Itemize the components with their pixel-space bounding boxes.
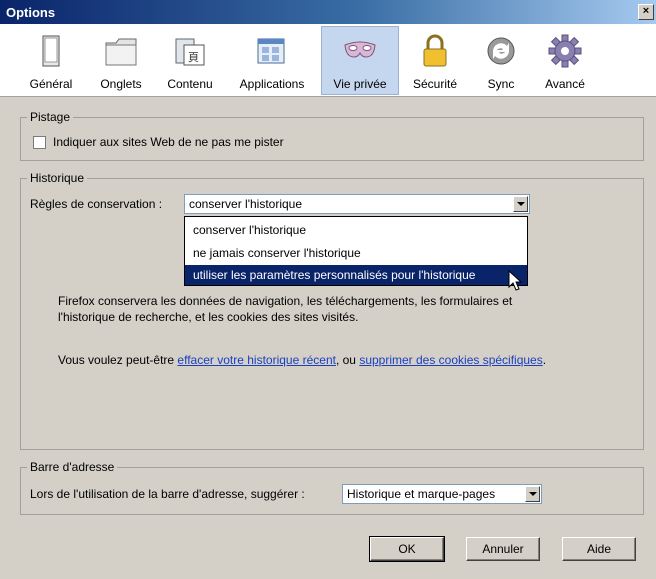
- history-suggest-prefix: Vous voulez peut-être: [58, 353, 178, 367]
- history-description-line2: l'historique de recherche, et les cookie…: [58, 310, 359, 324]
- tab-avance[interactable]: Avancé: [536, 27, 594, 93]
- applications-icon: [257, 38, 285, 64]
- tab-vie-privee-label: Vie privée: [333, 77, 387, 91]
- help-button[interactable]: Aide: [562, 537, 636, 561]
- cancel-button[interactable]: Annuler: [466, 537, 540, 561]
- address-bar-suggest-label: Lors de l'utilisation de la barre d'adre…: [30, 487, 305, 501]
- privacy-mask-icon: [344, 41, 376, 58]
- ok-button[interactable]: OK: [369, 536, 445, 562]
- history-option-never[interactable]: ne jamais conserver l'historique: [185, 242, 527, 264]
- tab-contenu-label: Contenu: [167, 77, 213, 91]
- remove-cookies-link[interactable]: supprimer des cookies spécifiques: [359, 353, 542, 367]
- window-title: Options: [6, 5, 56, 20]
- address-bar-group-title: Barre d'adresse: [27, 460, 118, 474]
- do-not-track-label: Indiquer aux sites Web de ne pas me pist…: [53, 135, 284, 149]
- history-description-line1: Firefox conservera les données de naviga…: [58, 294, 513, 308]
- history-option-never-label: ne jamais conserver l'historique: [193, 246, 361, 260]
- address-bar-suggest-value: Historique et marque-pages: [347, 487, 496, 501]
- do-not-track-checkbox[interactable]: [33, 136, 46, 149]
- address-bar-suggest-select[interactable]: Historique et marque-pages: [342, 484, 542, 504]
- tab-onglets[interactable]: Onglets: [92, 27, 150, 93]
- options-toolbar: Général Onglets 頁 Contenu Applications V…: [0, 24, 656, 97]
- history-option-custom-label: utiliser les paramètres personnalisés po…: [193, 268, 476, 282]
- history-option-keep[interactable]: conserver l'historique: [185, 219, 527, 241]
- tab-securite-label: Sécurité: [412, 77, 458, 91]
- chevron-down-icon[interactable]: [513, 196, 528, 212]
- history-group-title: Historique: [27, 171, 88, 185]
- tab-applications-label: Applications: [239, 77, 305, 91]
- tab-avance-label: Avancé: [545, 77, 585, 91]
- history-suggest-middle: , ou: [335, 353, 360, 367]
- history-rules-value: conserver l'historique: [189, 197, 303, 211]
- tab-sync[interactable]: Sync: [472, 27, 530, 93]
- chevron-down-icon[interactable]: [525, 486, 540, 502]
- content-page-icon: 頁: [175, 38, 205, 66]
- history-rules-select[interactable]: conserver l'historique: [184, 194, 530, 214]
- tab-sync-label: Sync: [487, 77, 515, 91]
- history-option-keep-label: conserver l'historique: [193, 223, 307, 237]
- sync-icon: [487, 37, 515, 65]
- tab-onglets-label: Onglets: [100, 77, 142, 91]
- history-rules-label: Règles de conservation :: [30, 197, 163, 211]
- history-suggestion: Vous voulez peut-être effacer votre hist…: [58, 353, 546, 367]
- tab-general[interactable]: Général: [22, 27, 80, 93]
- clear-history-link[interactable]: effacer votre historique récent: [177, 353, 336, 367]
- history-rules-dropdown: conserver l'historique ne jamais conserv…: [184, 216, 528, 286]
- mouse-cursor-icon: [508, 270, 523, 291]
- history-option-custom[interactable]: utiliser les paramètres personnalisés po…: [185, 265, 527, 285]
- tab-contenu[interactable]: 頁 Contenu: [160, 27, 220, 93]
- tab-vie-privee[interactable]: Vie privée: [321, 26, 399, 95]
- tab-applications[interactable]: Applications: [232, 27, 312, 93]
- padlock-icon: [423, 34, 447, 67]
- tab-securite[interactable]: Sécurité: [406, 27, 464, 93]
- tracking-group-title: Pistage: [27, 110, 74, 124]
- gear-icon: [548, 34, 582, 68]
- svg-text:頁: 頁: [188, 51, 199, 64]
- window-icon: [42, 35, 60, 67]
- tabs-folder-icon: [105, 38, 137, 66]
- tab-general-label: Général: [29, 77, 73, 91]
- history-suggest-suffix: .: [542, 353, 547, 367]
- title-bar: Options ×: [0, 0, 656, 24]
- close-button[interactable]: ×: [638, 4, 654, 20]
